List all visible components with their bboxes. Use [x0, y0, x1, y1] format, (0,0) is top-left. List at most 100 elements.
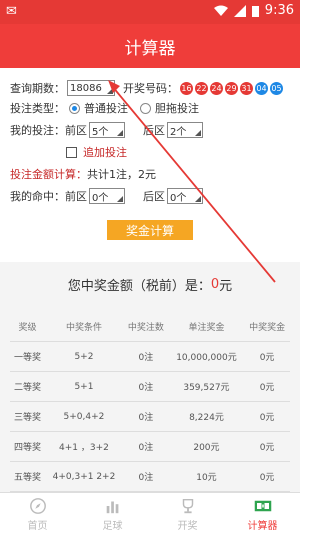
- table-row: 三等奖 5+0,4+2 0注 8,224元 0元: [10, 401, 290, 432]
- append-row: 追加投注: [66, 142, 127, 162]
- table-cell: 0注: [122, 401, 169, 432]
- table-cell: 4+1 ，3+2: [44, 431, 123, 462]
- hit-label: 我的命中：: [10, 190, 65, 203]
- hit-row: 我的命中： 前区 0个 后区 0个: [10, 186, 203, 206]
- dropdown-arrow-icon: [117, 196, 123, 202]
- back-select[interactable]: 2个: [167, 122, 203, 138]
- table-header-cell: 奖级: [10, 312, 45, 342]
- dropdown-arrow-icon: [195, 130, 201, 136]
- hit-front-select[interactable]: 0个: [89, 188, 125, 204]
- tab-calculator[interactable]: 计算器: [225, 493, 300, 535]
- table-cell: 5+2: [44, 341, 123, 372]
- table-header-cell: 单注奖金: [168, 312, 245, 342]
- front-select[interactable]: 5个: [89, 122, 125, 138]
- table-row: 五等奖 4+0,3+1 2+2 0注 10元 0元: [10, 461, 290, 492]
- hit-back-label: 后区: [143, 190, 165, 203]
- signal-icon: [233, 4, 246, 17]
- append-checkbox[interactable]: [66, 146, 77, 158]
- period-label: 查询期数：: [10, 82, 65, 95]
- table-header: 奖级 中奖条件 中奖注数 单注奖金 中奖奖金: [10, 312, 290, 342]
- table-cell: 4+0,3+1 2+2: [44, 461, 123, 492]
- battery-icon: [251, 5, 259, 17]
- prize-table: 奖级 中奖条件 中奖注数 单注奖金 中奖奖金 一等奖 5+2 0注 10,000,000元 0元…: [10, 312, 290, 522]
- dropdown-arrow-icon: [107, 88, 113, 94]
- dropdown-arrow-icon: [195, 196, 201, 202]
- amount-text: 共计1注，2元: [87, 168, 156, 181]
- status-icons: 9:36: [213, 3, 294, 18]
- table-cell: 五等奖: [10, 461, 45, 492]
- tab-label: 足球: [102, 520, 123, 532]
- draw-ball: 16: [180, 81, 193, 95]
- app-bar: 计算器: [0, 24, 300, 68]
- front-value: 5个: [92, 126, 109, 138]
- tab-draw[interactable]: 开奖: [150, 493, 225, 535]
- period-value: 18086: [70, 82, 102, 94]
- table-cell: 0元: [244, 461, 290, 492]
- table-cell: 四等奖: [10, 431, 45, 462]
- radio-dantuo[interactable]: [140, 102, 151, 114]
- calc-button[interactable]: 奖金计算: [107, 220, 193, 240]
- notification-icon: ✉: [6, 4, 17, 19]
- tab-label: 开奖: [177, 520, 198, 532]
- append-label[interactable]: 追加投注: [83, 144, 127, 160]
- front-label: 前区: [65, 124, 87, 137]
- draw-balls: 16 22 24 29 31 04 05: [178, 81, 283, 95]
- hit-back-select[interactable]: 0个: [167, 188, 203, 204]
- tab-label: 首页: [27, 520, 48, 532]
- my-bet-row: 我的投注： 前区 5个 后区 2个: [10, 120, 203, 140]
- table-cell: 0元: [244, 431, 290, 462]
- draw-ball: 04: [255, 81, 268, 95]
- table-cell: 0元: [244, 341, 290, 372]
- result-panel: 您中奖金额（税前）是： 0 元 奖级 中奖条件 中奖注数 单注奖金 中奖奖金 一等奖 5+…: [0, 262, 300, 522]
- tab-home[interactable]: 首页: [0, 493, 75, 535]
- table-cell: 5+1: [44, 371, 123, 402]
- radio-normal[interactable]: [69, 102, 80, 114]
- draw-ball: 29: [225, 81, 238, 95]
- status-time: 9:36: [264, 3, 294, 18]
- amount-label: 投注金额计算：: [10, 168, 87, 181]
- tab-football[interactable]: 足球: [75, 493, 150, 535]
- back-value: 2个: [170, 126, 187, 138]
- table-row: 四等奖 4+1 ，3+2 0注 200元 0元: [10, 431, 290, 462]
- table-cell: 0注: [122, 341, 169, 372]
- period-row: 查询期数： 18086 开奖号码： 16 22 24 29 31 04 05: [10, 78, 283, 98]
- amount-row: 投注金额计算： 共计1注，2元: [10, 164, 156, 184]
- wifi-icon: [213, 5, 228, 16]
- compass-icon: [29, 497, 46, 514]
- result-unit: 元: [219, 278, 233, 294]
- back-label: 后区: [143, 124, 165, 137]
- table-cell: 10元: [168, 461, 245, 492]
- draw-label: 开奖号码：: [123, 82, 178, 95]
- tab-label: 计算器: [247, 520, 278, 532]
- dropdown-arrow-icon: [117, 130, 123, 136]
- draw-ball: 31: [240, 81, 253, 95]
- table-header-cell: 中奖注数: [122, 312, 169, 342]
- scoreboard-icon: [254, 500, 271, 511]
- period-select[interactable]: 18086: [67, 80, 115, 96]
- table-cell: 三等奖: [10, 401, 45, 432]
- table-cell: 0注: [122, 371, 169, 402]
- my-bet-label: 我的投注：: [10, 124, 65, 137]
- table-header-cell: 中奖奖金: [244, 312, 290, 342]
- page-title: 计算器: [124, 38, 176, 59]
- table-cell: 5+0,4+2: [44, 401, 123, 432]
- table-cell: 二等奖: [10, 371, 45, 402]
- radio-dantuo-label[interactable]: 胆拖投注: [155, 100, 199, 116]
- trophy-icon: [182, 498, 193, 513]
- table-cell: 10,000,000元: [168, 341, 245, 372]
- result-prefix: 您中奖金额（税前）是：: [67, 278, 211, 294]
- table-cell: 359,527元: [168, 371, 245, 402]
- bar-chart-icon: [106, 501, 118, 513]
- table-row: 二等奖 5+1 0注 359,527元 0元: [10, 371, 290, 402]
- draw-ball: 22: [195, 81, 208, 95]
- status-bar: ✉ 9:36: [0, 0, 300, 24]
- table-cell: 200元: [168, 431, 245, 462]
- table-cell: 0元: [244, 371, 290, 402]
- draw-ball: 24: [210, 81, 223, 95]
- table-cell: 8,224元: [168, 401, 245, 432]
- radio-normal-label[interactable]: 普通投注: [84, 100, 128, 116]
- type-label: 投注类型：: [10, 102, 65, 115]
- draw-ball: 05: [270, 81, 283, 95]
- table-cell: 0元: [244, 401, 290, 432]
- table-cell: 一等奖: [10, 341, 45, 372]
